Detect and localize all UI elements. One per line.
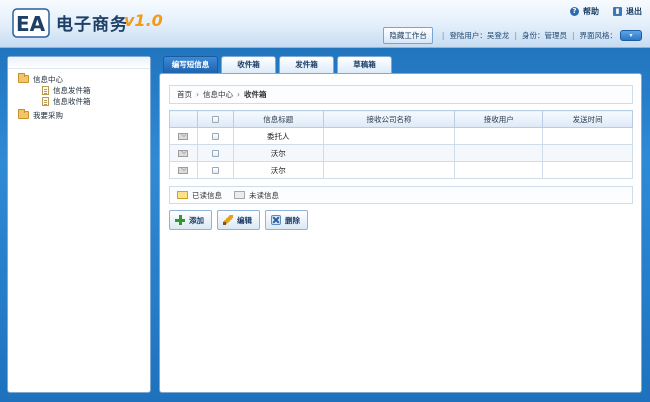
delete-icon <box>271 215 281 225</box>
svg-text:EA: EA <box>16 12 46 36</box>
breadcrumb: 首页 › 信息中心 › 收件箱 <box>169 85 633 104</box>
header-time: 发送时间 <box>542 110 633 128</box>
sidebar-tree: 信息中心 信息发件箱 信息收件箱 我要采购 <box>18 73 91 121</box>
header-select-all[interactable] <box>196 110 234 128</box>
breadcrumb-current: 收件箱 <box>244 90 267 99</box>
tab-outbox[interactable]: 发件箱 <box>279 56 334 73</box>
help-icon[interactable]: ? <box>570 7 579 16</box>
delete-button[interactable]: 删除 <box>265 210 308 230</box>
legend-unread-label: 未读信息 <box>249 190 279 200</box>
app-header: EA 电子商务 v1.0 ? 帮助 ▮ 退出 隐藏工作台 | 登陆用户：吴登龙 … <box>0 0 650 48</box>
login-user: 登陆用户：吴登龙 <box>449 31 510 40</box>
cell-title[interactable]: 沃尔 <box>232 144 324 162</box>
theme-label: 界面风格： <box>579 31 618 40</box>
header-title: 信息标题 <box>232 110 324 128</box>
sidebar-item-info-center[interactable]: 信息中心 <box>18 73 91 85</box>
mail-icon <box>178 133 189 140</box>
cell-company <box>322 161 456 179</box>
edit-button[interactable]: 编辑 <box>217 210 260 230</box>
header-user: 接收用户 <box>454 110 544 128</box>
hide-workspace-button[interactable]: 隐藏工作台 <box>383 27 433 44</box>
main-panel: 首页 › 信息中心 › 收件箱 信息标题 接收公司名称 接收用户 发送时间 委托… <box>159 73 642 393</box>
top-links: ? 帮助 ▮ 退出 <box>570 6 642 17</box>
tab-drafts[interactable]: 草稿箱 <box>337 56 392 73</box>
add-button[interactable]: 添加 <box>169 210 212 230</box>
cell-time <box>542 127 633 145</box>
legend-read-label: 已读信息 <box>192 190 222 200</box>
cell-title[interactable]: 委托人 <box>232 127 324 145</box>
plus-icon <box>175 215 185 225</box>
breadcrumb-info-center[interactable]: 信息中心 <box>203 89 233 100</box>
table-row[interactable]: 沃尔 <box>169 144 633 162</box>
cell-user <box>454 161 544 179</box>
app-title: 电子商务 <box>56 15 128 35</box>
cell-title[interactable]: 沃尔 <box>232 161 324 179</box>
action-bar: 添加 编辑 删除 <box>169 210 308 230</box>
sidebar-item-inbox[interactable]: 信息收件箱 <box>18 96 91 107</box>
cell-user <box>454 127 544 145</box>
cell-time <box>542 144 633 162</box>
select-all-checkbox[interactable] <box>211 116 219 123</box>
chevron-right-icon: › <box>196 90 199 99</box>
logout-icon[interactable]: ▮ <box>613 7 622 16</box>
folder-icon <box>18 109 29 119</box>
logout-link[interactable]: 退出 <box>626 6 642 17</box>
row-checkbox[interactable] <box>211 150 219 157</box>
header-status <box>169 110 198 128</box>
user-role: 身份：管理员 <box>521 31 567 40</box>
status-bar: 隐藏工作台 | 登陆用户：吴登龙 | 身份：管理员 | 界面风格： ▾ <box>383 27 642 44</box>
mail-icon <box>178 167 189 174</box>
sidebar-item-outbox[interactable]: 信息发件箱 <box>18 85 91 96</box>
pencil-icon <box>223 215 233 225</box>
table-row[interactable]: 委托人 <box>169 127 633 145</box>
sidebar: 信息中心 信息发件箱 信息收件箱 我要采购 <box>7 56 151 393</box>
tab-bar: 编写短信息 收件箱 发件箱 草稿箱 <box>163 56 392 73</box>
cell-user <box>454 144 544 162</box>
help-link[interactable]: 帮助 <box>583 6 599 17</box>
app-version: v1.0 <box>124 11 163 30</box>
row-checkbox[interactable] <box>211 167 219 174</box>
cell-company <box>322 144 456 162</box>
message-table: 信息标题 接收公司名称 接收用户 发送时间 委托人 沃尔 沃尔 <box>169 110 633 179</box>
breadcrumb-home[interactable]: 首页 <box>177 89 192 100</box>
folder-icon <box>18 73 29 83</box>
table-header-row: 信息标题 接收公司名称 接收用户 发送时间 <box>169 110 633 128</box>
chevron-right-icon: › <box>237 90 240 99</box>
sidebar-item-purchase[interactable]: 我要采购 <box>18 109 91 121</box>
logo-icon: EA <box>12 8 50 38</box>
tab-compose[interactable]: 编写短信息 <box>163 56 218 73</box>
read-envelope-icon <box>177 191 188 199</box>
unread-envelope-icon <box>234 191 245 199</box>
mail-icon <box>178 150 189 157</box>
header-company: 接收公司名称 <box>322 110 456 128</box>
tab-inbox[interactable]: 收件箱 <box>221 56 276 73</box>
theme-select[interactable]: ▾ <box>620 30 642 41</box>
status-legend: 已读信息 未读信息 <box>169 186 633 204</box>
cell-company <box>322 127 456 145</box>
document-icon <box>42 97 49 106</box>
document-icon <box>42 86 49 95</box>
table-row[interactable]: 沃尔 <box>169 161 633 179</box>
cell-time <box>542 161 633 179</box>
row-checkbox[interactable] <box>211 133 219 140</box>
